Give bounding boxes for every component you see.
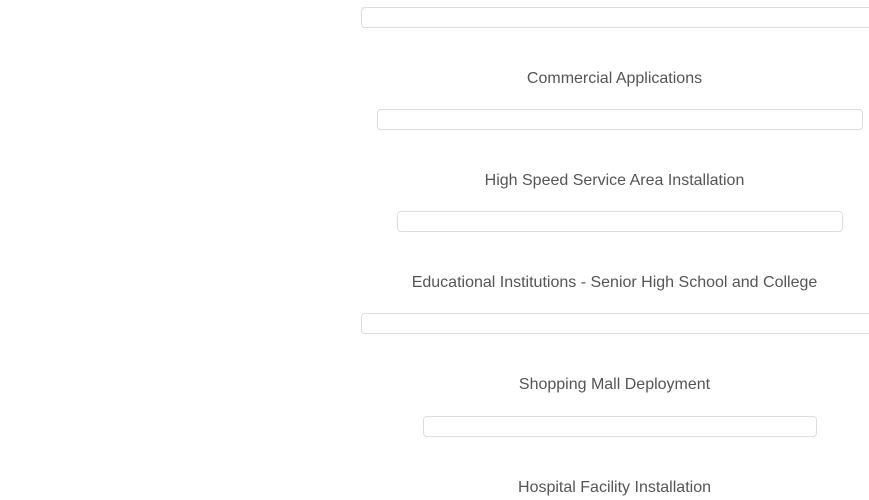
menu-item-label-hospital[interactable]: Hospital Facility Installation: [360, 478, 869, 498]
menu-item-bar-educational[interactable]: [361, 313, 869, 334]
menu-item-bar-shopping-mall[interactable]: [423, 416, 817, 437]
menu-item-bar-top[interactable]: [361, 7, 869, 28]
menu-item-bar-commercial[interactable]: [377, 109, 863, 130]
menu-item-label-educational[interactable]: Educational Institutions - Senior High S…: [360, 273, 869, 293]
menu-item-label-high-speed[interactable]: High Speed Service Area Installation: [360, 171, 869, 191]
menu-item-label-shopping-mall[interactable]: Shopping Mall Deployment: [360, 375, 869, 395]
application-menu: Commercial Applications High Speed Servi…: [360, 0, 869, 500]
menu-item-bar-high-speed[interactable]: [397, 211, 843, 232]
menu-item-label-commercial[interactable]: Commercial Applications: [360, 69, 869, 89]
